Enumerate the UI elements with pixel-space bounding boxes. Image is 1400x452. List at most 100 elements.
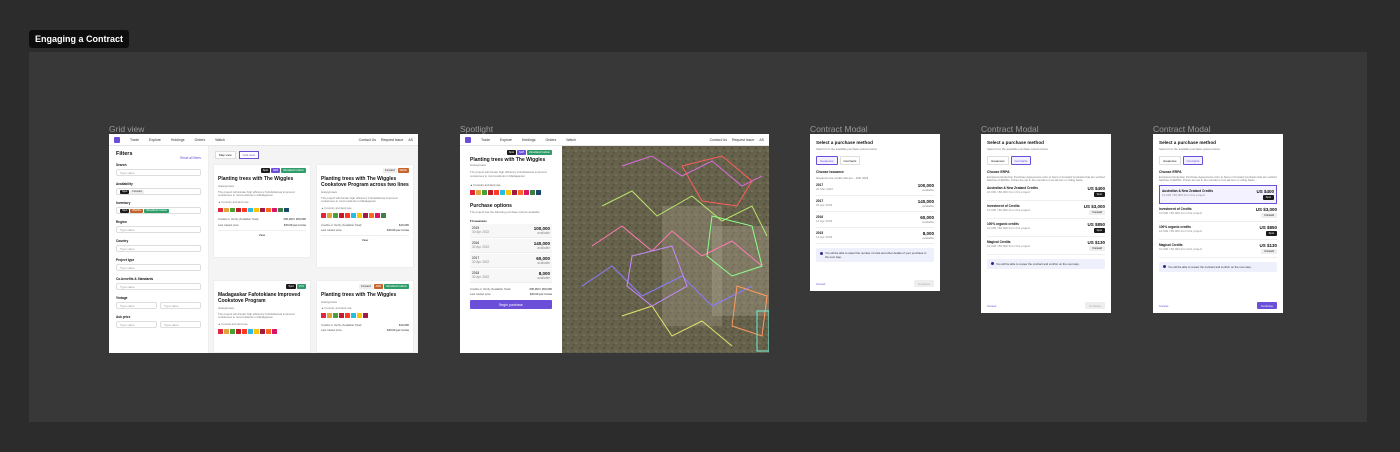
cancel-button[interactable]: Cancel: [1159, 304, 1168, 308]
nav-holdings[interactable]: Holdings: [171, 138, 185, 142]
group-description: Emissions Reduction Purchase Agreements …: [987, 175, 1105, 183]
nav-request[interactable]: Request Issue: [381, 138, 403, 142]
frame-label-grid: Grid view: [109, 124, 145, 134]
card-description: The project will donate high efficiency …: [218, 189, 295, 198]
chip-inv-spot[interactable]: Spot: [120, 208, 130, 213]
contract-row[interactable]: Australian & New Zealand Credits 10,000 /…: [987, 183, 1105, 201]
chip-inv-redd[interactable]: REDD+: [130, 208, 144, 213]
nav-holdings[interactable]: Holdings: [522, 138, 536, 142]
tab-issuances[interactable]: Issuances: [987, 156, 1009, 165]
reset-filters-link[interactable]: Reset all filters: [180, 156, 201, 160]
contract-row[interactable]: Investment of Credits 10,000 / 80,000 fro…: [1159, 204, 1277, 222]
search-input[interactable]: Type value: [116, 169, 201, 176]
nav-orders[interactable]: Orders: [195, 138, 206, 142]
top-nav: Trade Explore Holdings Orders Watch Cont…: [109, 134, 418, 146]
continue-button[interactable]: Continue: [1084, 302, 1105, 309]
tag-nwi: NWI: [271, 168, 281, 173]
issuance-row[interactable]: 2018 30 Apr 2022 8,000 available: [470, 268, 552, 283]
nav-explore[interactable]: Explore: [149, 138, 161, 142]
filter-label-cobenefits: Co-benefits & Standards: [116, 277, 154, 281]
begin-purchase-button[interactable]: Begin purchase: [470, 300, 552, 310]
contract-modal-issuances: Select a purchase method Select from the…: [810, 134, 940, 291]
contract-row[interactable]: Magical Credits 10,000 / 80,000 from this…: [987, 237, 1105, 255]
tag-vcs: VCS: [296, 284, 306, 289]
filter-label-inventory: Inventory: [116, 201, 131, 205]
user-avatar[interactable]: AS: [408, 138, 413, 142]
purchase-options-title: Purchase options: [470, 202, 512, 209]
project-card[interactable]: Forward REDD Planting trees with The Wig…: [316, 164, 414, 268]
nav-trade[interactable]: Trade: [130, 138, 139, 142]
contract-row[interactable]: Investment of Credits 10,000 / 80,000 fro…: [987, 201, 1105, 219]
vintage-to[interactable]: Type value: [160, 302, 201, 309]
user-avatar[interactable]: AS: [759, 138, 764, 142]
project-card[interactable]: Spot VCS Madagaskar Fafotokiane Improved…: [213, 280, 311, 353]
project-owner: Anonymous: [470, 163, 486, 167]
nav-request[interactable]: Request Issue: [732, 138, 754, 142]
cancel-button[interactable]: Cancel: [816, 282, 825, 286]
nav-trade[interactable]: Trade: [481, 138, 490, 142]
issuance-row[interactable]: 2015 30 Apr 2022 100,000 available: [470, 223, 552, 238]
chip-forward[interactable]: Forward: [130, 189, 144, 194]
filter-label-region: Region: [116, 220, 127, 224]
contract-row[interactable]: Magical Credits 10,000 / 80,000 from this…: [1159, 240, 1277, 258]
nav-contact[interactable]: Contact Us: [710, 138, 727, 142]
issuance-row[interactable]: 2016 14 Apr 2023 60,000 available: [816, 212, 934, 228]
card-title[interactable]: Planting trees with The Wiggles: [321, 292, 409, 299]
satellite-map[interactable]: [562, 146, 769, 353]
cancel-button[interactable]: Cancel: [987, 304, 996, 308]
brand-logo[interactable]: [465, 136, 471, 143]
card-title[interactable]: Planting trees with The Wiggles: [218, 176, 306, 183]
cobenefits-select[interactable]: Type value: [116, 283, 201, 290]
issuance-row[interactable]: 2016 30 Apr 2022 140,000 available: [470, 238, 552, 253]
card-title[interactable]: Planting trees with The Wiggles Cookstov…: [321, 176, 409, 189]
issuance-row[interactable]: 2015 14 Apr 2023 8,000 available: [816, 228, 934, 244]
sdg-icons: [218, 329, 306, 334]
tab-contracts[interactable]: Contracts: [1182, 156, 1204, 165]
price-min[interactable]: Type value: [116, 321, 157, 328]
modal-subtitle: Select from the available purchase optio…: [987, 147, 1049, 151]
nav-explore[interactable]: Explore: [500, 138, 512, 142]
card-title[interactable]: Madagaskar Fafotokiane Improved Cookstov…: [218, 292, 306, 305]
country-select[interactable]: Type value: [116, 245, 201, 252]
project-type-select[interactable]: Type value: [116, 264, 201, 271]
continue-button[interactable]: Continue: [913, 280, 934, 287]
info-icon: [1163, 265, 1166, 269]
tab-issuances[interactable]: Issuances: [1159, 156, 1181, 165]
modal-title: Select a purchase method: [987, 140, 1044, 145]
map-view-toggle[interactable]: Map view: [215, 151, 236, 159]
nav-contact[interactable]: Contact Us: [359, 138, 376, 142]
sdg-icons: [321, 313, 409, 318]
view-button[interactable]: View: [218, 229, 306, 237]
card-owner: Anonymous: [218, 183, 234, 188]
price-max[interactable]: Type value: [160, 321, 201, 328]
issuance-row[interactable]: 2017 22 Mar 2023 100,000 available: [816, 180, 934, 196]
contract-row-selected[interactable]: Australian & New Zealand Credits 10,000 /…: [1159, 184, 1277, 204]
contract-row[interactable]: 100% organic credits 10,000 / 80,000 from…: [987, 219, 1105, 237]
vintage-from[interactable]: Type value: [116, 302, 157, 309]
modal-subtitle: Select from the available purchase optio…: [1159, 147, 1221, 151]
info-banner: You will be able to review the contract …: [1159, 261, 1277, 272]
chip-inv-woodland[interactable]: Woodland Carbon: [144, 208, 170, 213]
project-card[interactable]: Forward ARR Woodland Carbon Planting tre…: [316, 280, 414, 353]
grid-view-toggle[interactable]: Grid view: [238, 151, 260, 159]
nav-orders[interactable]: Orders: [546, 138, 557, 142]
inventory-select[interactable]: Spot REDD+ Woodland Carbon: [116, 207, 201, 214]
contract-row[interactable]: 100% organic credits 10,000 / 80,000 from…: [1159, 222, 1277, 240]
issuance-row[interactable]: 2017 30 Apr 2022 60,000 available: [470, 253, 552, 268]
tab-issuances[interactable]: Issuances: [816, 156, 838, 165]
region-select[interactable]: Type value: [116, 226, 201, 233]
tab-contracts[interactable]: Contracts: [1010, 156, 1032, 165]
filter-label-country: Country: [116, 239, 129, 243]
project-card[interactable]: Spot NWI Woodland Carbon Planting trees …: [213, 164, 311, 258]
availability-select[interactable]: Spot Forward: [116, 188, 201, 195]
brand-logo[interactable]: [114, 136, 120, 143]
continue-button[interactable]: Continue: [1256, 302, 1277, 309]
issuance-row[interactable]: 2017 26 Apr 2023 140,000 available: [816, 196, 934, 212]
chip-spot[interactable]: Spot: [120, 189, 130, 194]
tab-contracts[interactable]: Contracts: [839, 156, 861, 165]
grid-view-frame: Trade Explore Holdings Orders Watch Cont…: [109, 134, 418, 353]
spotlight-frame: Trade Explore Holdings Orders Watch Cont…: [460, 134, 769, 353]
view-button[interactable]: View: [321, 235, 409, 242]
nav-watch[interactable]: Watch: [566, 138, 576, 142]
nav-watch[interactable]: Watch: [215, 138, 225, 142]
